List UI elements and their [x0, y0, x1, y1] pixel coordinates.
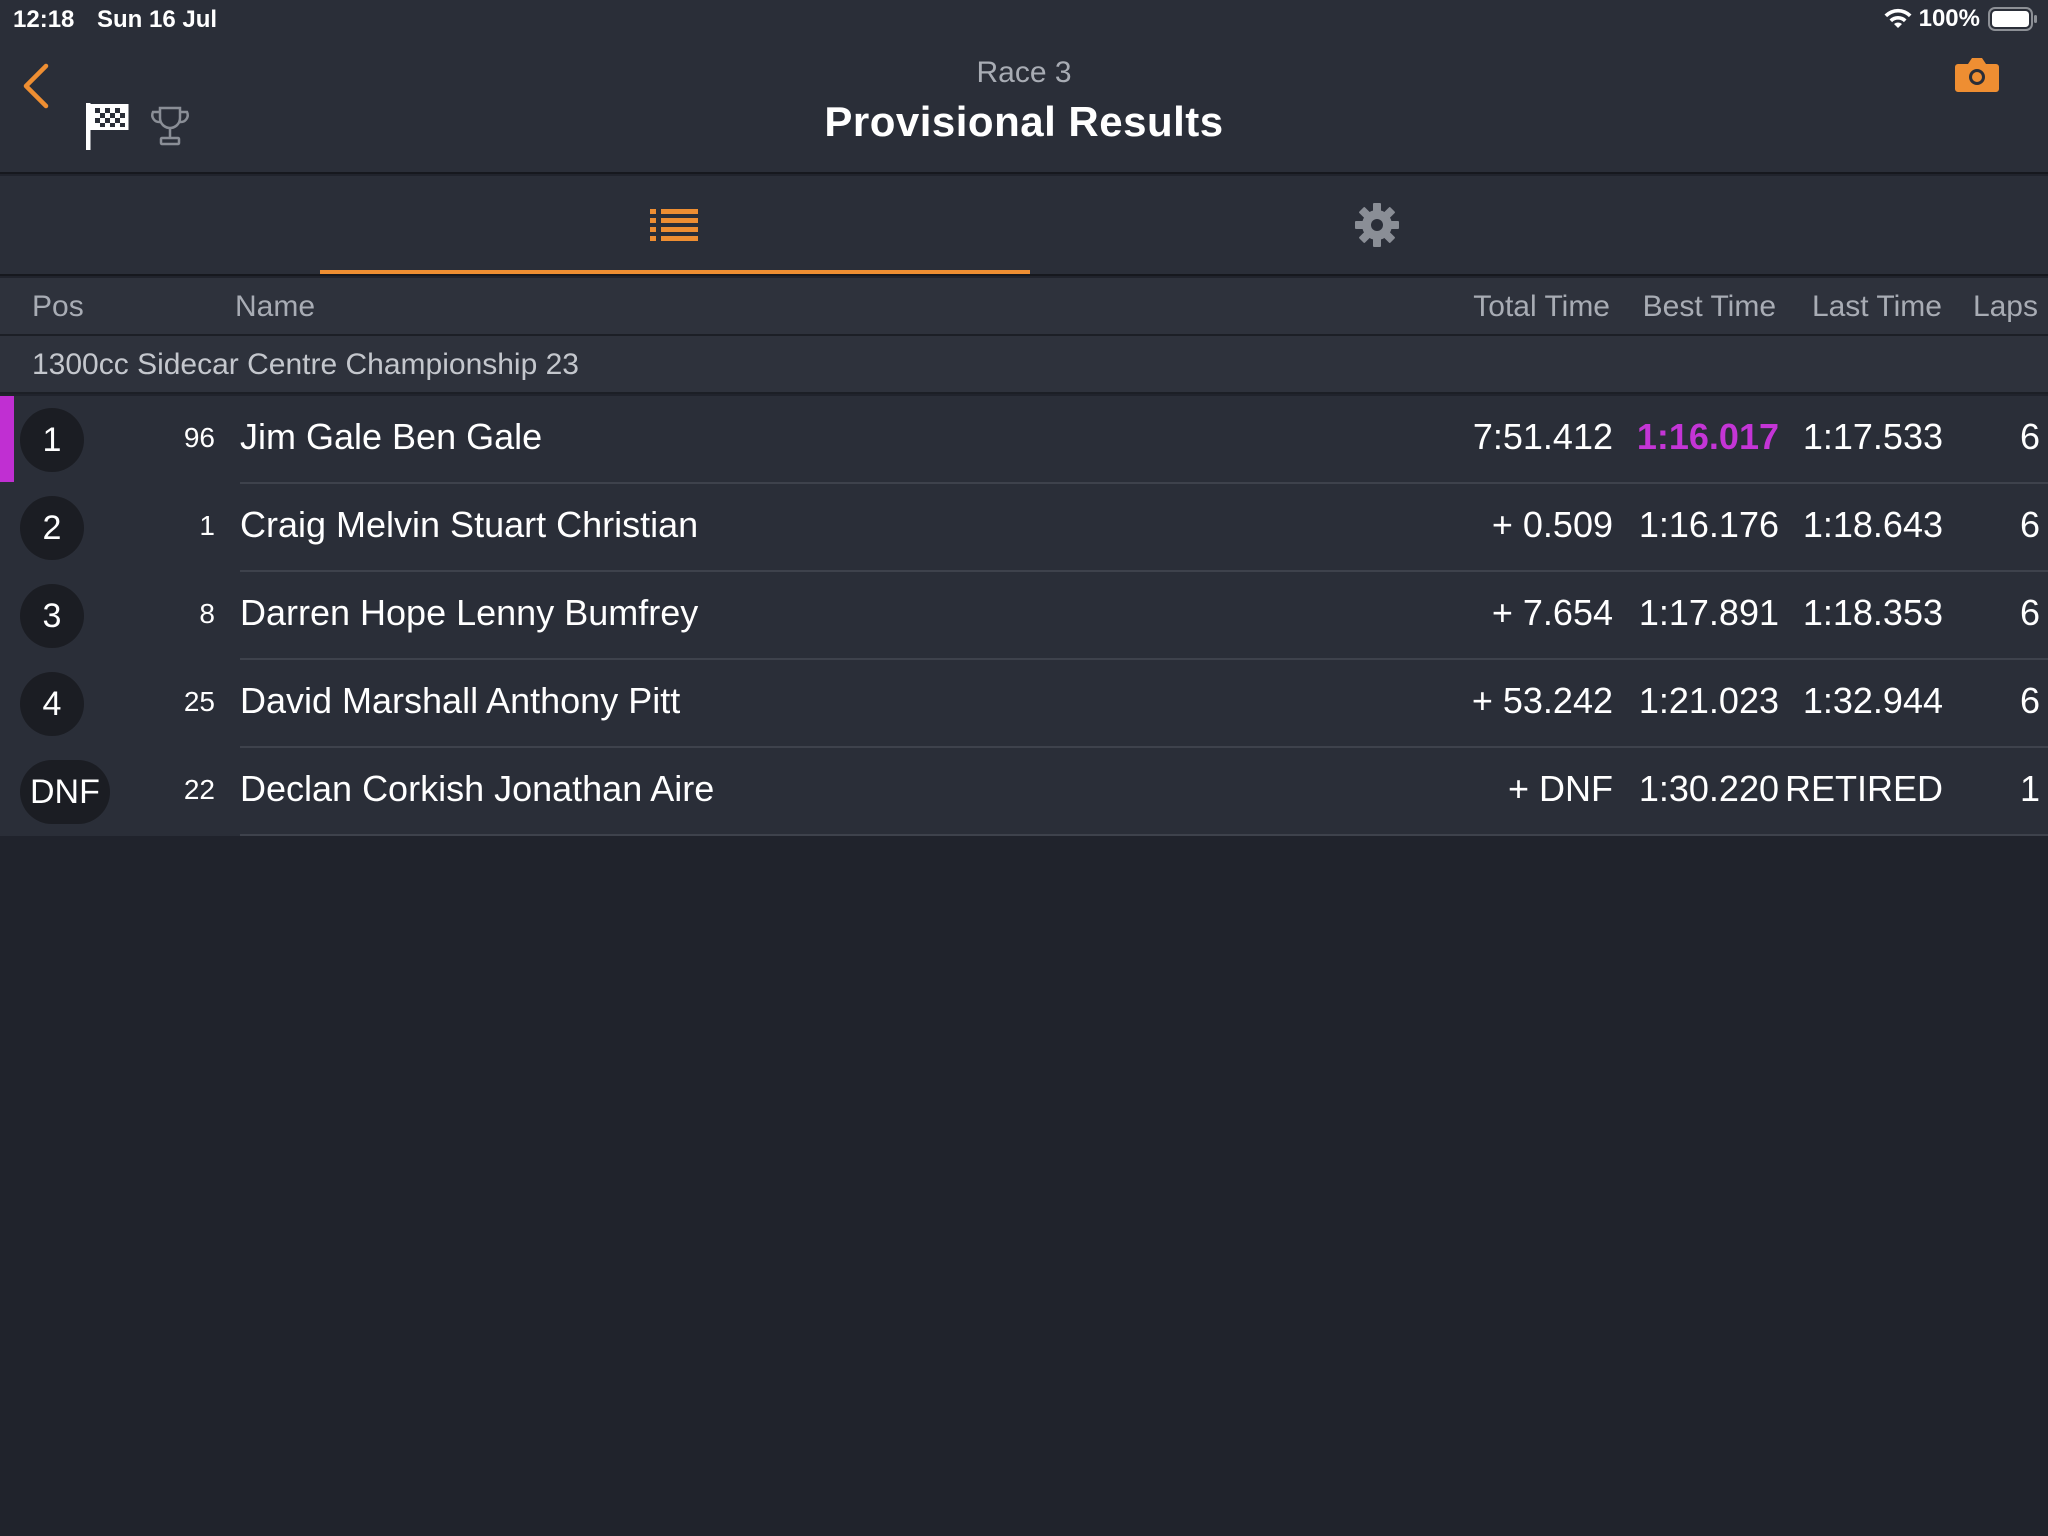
- gear-icon: [1355, 203, 1399, 247]
- best-time: 1:30.220: [1638, 768, 1779, 809]
- class-group-header: 1300cc Sidecar Centre Championship 23: [0, 336, 2048, 394]
- rider-names: Darren Hope Lenny Bumfrey: [240, 592, 699, 633]
- column-name: Name: [235, 290, 316, 323]
- camera-icon[interactable]: [1954, 54, 2000, 94]
- race-number: 8: [199, 598, 215, 629]
- column-total-time: Total Time: [1473, 290, 1610, 323]
- last-time: RETIRED: [1784, 768, 1943, 809]
- race-number: 25: [183, 686, 215, 717]
- rider-names: Jim Gale Ben Gale: [240, 416, 543, 457]
- column-pos: Pos: [32, 290, 84, 323]
- best-time: 1:17.891: [1638, 592, 1779, 633]
- rider-names: Declan Corkish Jonathan Aire: [240, 768, 715, 809]
- total-time: + 53.242: [1471, 680, 1613, 721]
- tab-results-list[interactable]: [320, 176, 1030, 274]
- status-time: 12:18: [13, 6, 75, 33]
- race-subtitle: Race 3: [976, 56, 1072, 89]
- best-time: 1:16.017: [1636, 416, 1779, 457]
- results-column-header: Pos Name Total Time Best Time Last Time …: [0, 278, 2048, 336]
- result-row[interactable]: 2 1 Craig Melvin Stuart Christian + 0.50…: [0, 484, 2048, 572]
- laps: 6: [2019, 680, 2040, 721]
- best-time: 1:21.023: [1638, 680, 1779, 721]
- total-time: 7:51.412: [1472, 416, 1613, 457]
- page-title: Provisional Results: [824, 98, 1224, 145]
- laps: 1: [2019, 768, 2040, 809]
- battery-icon: [1988, 7, 2037, 31]
- status-bar: 12:18 Sun 16 Jul 100%: [0, 0, 2048, 38]
- race-number: 96: [183, 422, 215, 453]
- laps: 6: [2019, 504, 2040, 545]
- total-time: + 0.509: [1491, 504, 1613, 545]
- laps: 6: [2019, 416, 2040, 457]
- rider-names: David Marshall Anthony Pitt: [240, 680, 681, 721]
- column-laps: Laps: [1972, 290, 2038, 323]
- position-badge: 1: [20, 408, 84, 472]
- result-row[interactable]: DNF 22 Declan Corkish Jonathan Aire + DN…: [0, 748, 2048, 836]
- status-date: Sun 16 Jul: [97, 6, 218, 33]
- last-time: 1:18.643: [1802, 504, 1943, 545]
- tab-bar: [0, 176, 2048, 276]
- result-row[interactable]: 3 8 Darren Hope Lenny Bumfrey + 7.654 1:…: [0, 572, 2048, 660]
- status-indicators: 100%: [1883, 4, 2038, 34]
- list-icon: [650, 209, 698, 241]
- results-list: 1 96 Jim Gale Ben Gale 7:51.412 1:16.017…: [0, 396, 2048, 836]
- column-last-time: Last Time: [1811, 290, 1942, 323]
- last-time: 1:17.533: [1802, 416, 1943, 457]
- navigation-header: Race 3 Provisional Results: [0, 38, 2048, 174]
- leader-indicator: [0, 396, 14, 482]
- column-best-time: Best Time: [1642, 290, 1776, 323]
- tab-settings[interactable]: [1022, 176, 1732, 274]
- laps: 6: [2019, 592, 2040, 633]
- class-group-title: 1300cc Sidecar Centre Championship 23: [32, 348, 579, 381]
- result-row[interactable]: 4 25 David Marshall Anthony Pitt + 53.24…: [0, 660, 2048, 748]
- position-badge: DNF: [20, 760, 110, 824]
- battery-percent: 100%: [1918, 5, 1980, 32]
- race-number: 1: [199, 510, 215, 541]
- position-badge: 2: [20, 496, 84, 560]
- best-time: 1:16.176: [1638, 504, 1779, 545]
- rider-names: Craig Melvin Stuart Christian: [240, 504, 699, 545]
- race-number: 22: [183, 774, 215, 805]
- last-time: 1:18.353: [1802, 592, 1943, 633]
- position-badge: 4: [20, 672, 84, 736]
- total-time: + DNF: [1507, 768, 1613, 809]
- last-time: 1:32.944: [1802, 680, 1943, 721]
- result-row[interactable]: 1 96 Jim Gale Ben Gale 7:51.412 1:16.017…: [0, 396, 2048, 484]
- wifi-icon: [1884, 8, 1912, 28]
- total-time: + 7.654: [1491, 592, 1613, 633]
- position-badge: 3: [20, 584, 84, 648]
